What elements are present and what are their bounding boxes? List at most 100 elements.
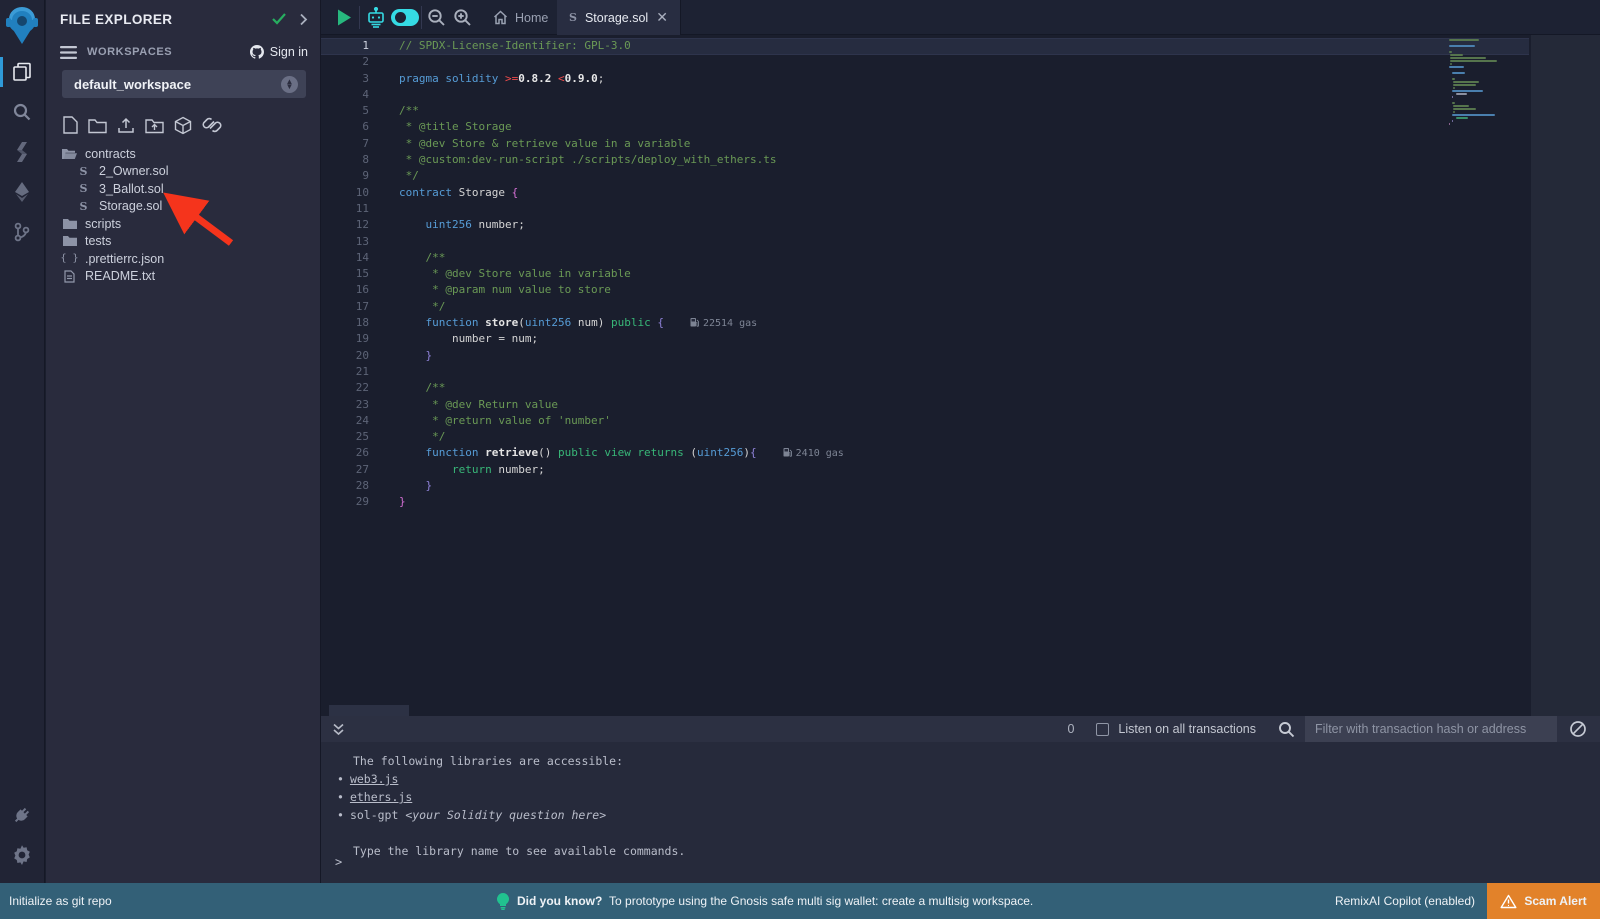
upload-file-icon[interactable] <box>117 116 135 134</box>
code-editor[interactable]: 1234567891011121314151617181920212223242… <box>321 35 1600 716</box>
icon-rail <box>0 0 45 883</box>
tip-text: To prototype using the Gnosis safe multi… <box>609 894 1033 908</box>
home-tab-label: Home <box>515 11 548 25</box>
lightbulb-icon <box>497 893 509 910</box>
listen-all-checkbox[interactable] <box>1096 723 1109 736</box>
github-icon <box>249 44 265 60</box>
copilot-toggle[interactable] <box>391 9 419 26</box>
scam-alert-button[interactable]: Scam Alert <box>1487 883 1600 919</box>
tree-item-2-owner-sol[interactable]: S2_Owner.sol <box>46 163 320 181</box>
code-line-4 <box>377 87 844 103</box>
tree-item-readme-txt[interactable]: README.txt <box>46 268 320 286</box>
git-init-status[interactable]: Initialize as git repo <box>9 894 112 908</box>
code-line-5: /** <box>377 103 844 119</box>
upload-folder-icon[interactable] <box>145 116 164 134</box>
tab-home[interactable]: Home <box>479 0 562 35</box>
horizontal-scrollbar-thumb[interactable] <box>329 705 409 716</box>
solidity-compiler-icon[interactable] <box>0 132 45 172</box>
panel-title: FILE EXPLORER <box>60 12 271 27</box>
chevron-right-icon[interactable] <box>299 13 308 26</box>
editor-minimap[interactable] <box>1449 39 1529 126</box>
deploy-run-icon[interactable] <box>0 172 45 212</box>
transaction-count: 0 <box>1067 722 1074 736</box>
tree-item-contracts[interactable]: contracts <box>46 145 320 163</box>
tree-item-storage-sol[interactable]: S Storage.sol <box>46 198 320 216</box>
ai-robot-icon[interactable] <box>365 7 387 28</box>
tree-item-label: scripts <box>85 217 121 231</box>
code-line-1: // SPDX-License-Identifier: GPL-3.0 <box>377 38 844 54</box>
tree-item-label: contracts <box>85 147 136 161</box>
terminal-prompt[interactable]: > <box>335 855 342 869</box>
scam-alert-label: Scam Alert <box>1524 894 1586 908</box>
zoom-out-icon[interactable] <box>427 8 446 27</box>
new-file-icon[interactable] <box>63 116 78 134</box>
terminal-link[interactable]: ethers.js <box>350 790 412 804</box>
copilot-status[interactable]: RemixAI Copilot (enabled) <box>1335 894 1475 908</box>
tree-item-label: 2_Owner.sol <box>99 164 168 178</box>
did-you-know-tip: Did you know? To prototype using the Gno… <box>497 893 1033 910</box>
check-icon <box>271 12 287 26</box>
solidity-icon: S <box>76 182 91 195</box>
code-line-18: function store(uint256 num) public {2251… <box>377 315 844 331</box>
tree-item-scripts[interactable]: scripts <box>46 215 320 233</box>
code-line-3: pragma solidity >=0.8.2 <0.9.0; <box>377 71 844 87</box>
zoom-in-icon[interactable] <box>453 8 472 27</box>
code-line-17: */ <box>377 299 844 315</box>
new-folder-icon[interactable] <box>88 116 107 134</box>
transaction-filter-input[interactable] <box>1305 716 1557 742</box>
terminal-header: 0 Listen on all transactions <box>321 716 1600 742</box>
status-bar: Initialize as git repo Did you know? To … <box>0 883 1600 919</box>
collapse-terminal-icon[interactable] <box>332 723 345 736</box>
terminal-line: •web3.js <box>335 770 685 788</box>
code-line-27: return number; <box>377 462 844 478</box>
workspace-select[interactable]: default_workspace ▲▼ <box>62 70 306 98</box>
code-line-16: * @param num value to store <box>377 282 844 298</box>
code-lines: // SPDX-License-Identifier: GPL-3.0 pragm… <box>377 38 844 511</box>
line-number-gutter: 1234567891011121314151617181920212223242… <box>321 38 377 511</box>
file-explorer-icon[interactable] <box>0 52 45 92</box>
sign-in-button[interactable]: Sign in <box>249 44 308 60</box>
code-line-6: * @title Storage <box>377 119 844 135</box>
run-script-play-button[interactable] <box>337 9 352 26</box>
code-line-22: /** <box>377 380 844 396</box>
editor-scrollbar-track[interactable] <box>1531 35 1600 716</box>
terminal-line: •sol-gpt <your Solidity question here> <box>335 806 685 824</box>
settings-gear-icon[interactable] <box>0 835 45 875</box>
folder-icon <box>62 218 77 230</box>
braces-icon: { } <box>62 253 77 264</box>
code-line-14: /** <box>377 250 844 266</box>
search-icon[interactable] <box>0 92 45 132</box>
home-icon <box>493 10 508 25</box>
file-tab-label: Storage.sol <box>585 11 648 25</box>
terminal-line: The following libraries are accessible: <box>335 752 685 770</box>
tab-storage-sol[interactable]: S Storage.sol ✕ <box>557 0 681 35</box>
link-icon[interactable] <box>202 116 222 134</box>
git-icon[interactable] <box>0 212 45 252</box>
code-line-21 <box>377 364 844 380</box>
tree-item-label: Storage.sol <box>99 199 162 213</box>
workspaces-menu-icon[interactable] <box>60 46 77 59</box>
tree-item-label: README.txt <box>85 269 155 283</box>
plugin-manager-icon[interactable] <box>0 795 45 835</box>
listen-all-label: Listen on all transactions <box>1118 722 1256 736</box>
file-icon <box>62 270 77 283</box>
file-toolbar <box>46 108 320 143</box>
close-tab-icon[interactable]: ✕ <box>656 9 668 26</box>
file-tree: contractsS2_Owner.solS3_Ballot.solSStora… <box>46 143 320 285</box>
sign-in-label: Sign in <box>270 45 308 59</box>
code-line-29: } <box>377 494 844 510</box>
remix-logo-icon[interactable] <box>0 0 45 52</box>
code-line-7: * @dev Store & retrieve value in a varia… <box>377 136 844 152</box>
tree-item-tests[interactable]: tests <box>46 233 320 251</box>
code-line-12: uint256 number; <box>377 217 844 233</box>
cube-icon[interactable] <box>174 116 192 135</box>
clear-console-icon[interactable] <box>1569 720 1587 738</box>
code-line-24: * @return value of 'number' <box>377 413 844 429</box>
tree-item-3-ballot-sol[interactable]: S 3_Ballot.sol <box>46 180 320 198</box>
terminal-link[interactable]: web3.js <box>350 772 398 786</box>
tree-item--prettierrc-json[interactable]: { }.prettierrc.json <box>46 250 320 268</box>
solidity-icon: S <box>76 200 91 213</box>
tree-item-label: 3_Ballot.sol <box>99 182 164 196</box>
tree-item-label: tests <box>85 234 111 248</box>
gas-estimate-badge: 22514 gas <box>690 318 757 329</box>
